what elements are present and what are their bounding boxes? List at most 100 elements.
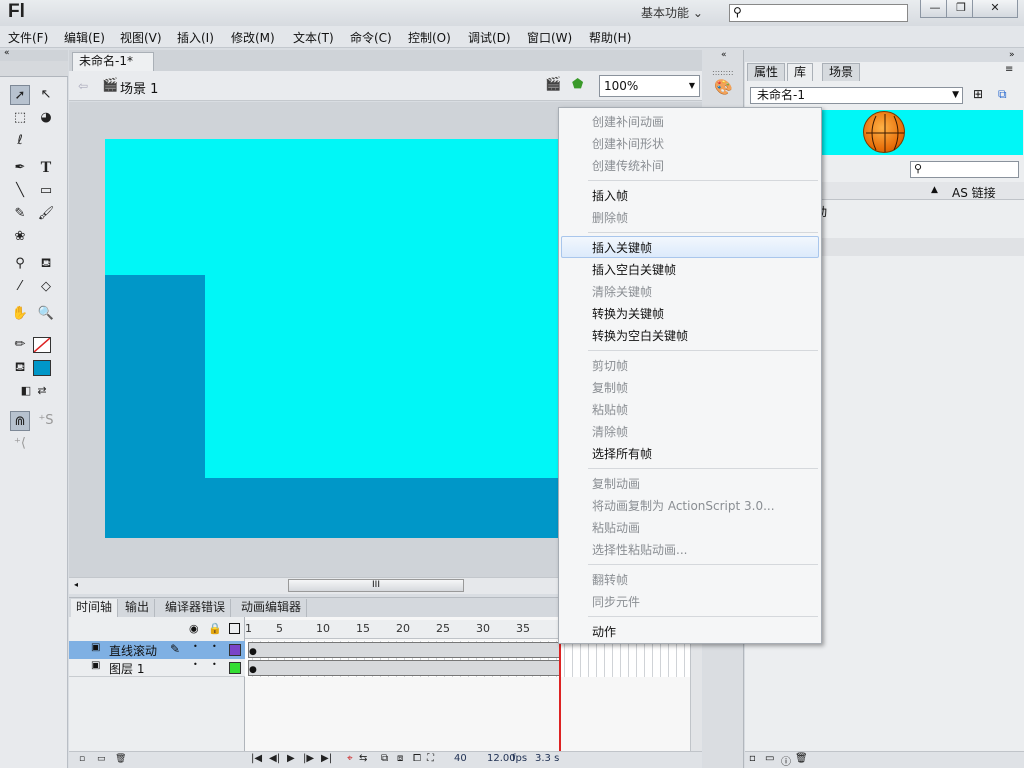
layer-row[interactable]: ▣ 图层 1 • • bbox=[69, 659, 245, 677]
tab-library[interactable]: 库 bbox=[787, 63, 814, 81]
menu-item-paste-motion-special[interactable]: 选择性粘贴动画... bbox=[592, 541, 687, 558]
eraser-tool-icon[interactable]: ◇ bbox=[36, 277, 56, 297]
paint-bucket-tool-icon[interactable]: ⛾ bbox=[36, 254, 56, 274]
menu-item-create-motion-tween[interactable]: 创建补间动画 bbox=[592, 113, 664, 130]
zoom-tool-icon[interactable]: 🔍 bbox=[36, 304, 56, 324]
fill-color-swatch[interactable] bbox=[33, 360, 51, 376]
menu-debug[interactable]: 调试(D) bbox=[468, 29, 511, 46]
document-tab[interactable]: 未命名-1* × bbox=[72, 52, 154, 85]
layer-name[interactable]: 图层 1 bbox=[109, 660, 144, 677]
expand-icon[interactable]: « bbox=[721, 50, 727, 60]
menu-item-create-classic-tween[interactable]: 创建传统补间 bbox=[592, 157, 664, 174]
prev-frame-icon[interactable]: ◀| bbox=[269, 753, 280, 764]
onion-outline-icon[interactable]: ⧈ bbox=[397, 753, 403, 764]
hand-tool-icon[interactable]: ✋ bbox=[10, 304, 30, 324]
panel-grip-icon[interactable]: :::::::: bbox=[712, 68, 734, 77]
new-layer-icon[interactable]: ▫ bbox=[79, 754, 85, 764]
lasso-tool-icon[interactable]: ℓ bbox=[10, 131, 30, 151]
eye-icon[interactable]: ◉ bbox=[189, 622, 199, 635]
layer-color-swatch[interactable] bbox=[229, 662, 241, 674]
smooth-icon[interactable]: ⁺S bbox=[36, 411, 56, 431]
menu-insert[interactable]: 插入(I) bbox=[177, 29, 214, 46]
pen-tool-icon[interactable]: ✒ bbox=[10, 158, 30, 178]
delete-layer-icon[interactable]: 🗑 bbox=[115, 754, 126, 764]
menu-item-clear-frames[interactable]: 清除帧 bbox=[592, 423, 628, 440]
visibility-dot[interactable]: • bbox=[193, 660, 198, 669]
fill-color-icon[interactable]: ⛾ bbox=[10, 358, 30, 378]
text-tool-icon[interactable]: T bbox=[36, 158, 56, 178]
stroke-color-swatch[interactable] bbox=[33, 337, 51, 353]
menu-item-copy-motion-as-as3[interactable]: 将动画复制为 ActionScript 3.0... bbox=[592, 497, 775, 514]
menu-item-insert-keyframe[interactable]: 插入关键帧 bbox=[592, 239, 652, 256]
line-tool-icon[interactable]: ╲ bbox=[10, 181, 30, 201]
free-transform-tool-icon[interactable]: ⬚ bbox=[10, 108, 30, 128]
edit-scene-icon[interactable]: 🎬 bbox=[545, 77, 561, 92]
menu-help[interactable]: 帮助(H) bbox=[589, 29, 631, 46]
first-frame-icon[interactable]: |◀ bbox=[251, 753, 262, 764]
sort-up-icon[interactable]: ▲ bbox=[931, 185, 938, 195]
delete-icon[interactable]: 🗑 bbox=[795, 753, 808, 764]
tab-motion-editor[interactable]: 动画编辑器 bbox=[236, 599, 308, 617]
menu-item-copy-motion[interactable]: 复制动画 bbox=[592, 475, 640, 492]
center-frame-icon[interactable]: ⌖ bbox=[347, 753, 353, 764]
library-search-input[interactable]: ⚲ bbox=[910, 161, 1019, 178]
menu-file[interactable]: 文件(F) bbox=[8, 29, 48, 46]
tools-panel-header[interactable]: « bbox=[0, 48, 68, 61]
menu-text[interactable]: 文本(T) bbox=[293, 29, 334, 46]
collapse-icon[interactable]: » bbox=[1009, 50, 1015, 60]
tab-timeline[interactable]: 时间轴 bbox=[71, 599, 119, 617]
workspace-switcher[interactable]: 基本功能 ⌄ bbox=[641, 4, 703, 21]
menu-item-clear-keyframe[interactable]: 清除关键帧 bbox=[592, 283, 652, 300]
keyframe-dot[interactable]: ● bbox=[249, 647, 257, 657]
menu-item-copy-frames[interactable]: 复制帧 bbox=[592, 379, 628, 396]
scroll-thumb[interactable]: III bbox=[288, 579, 464, 592]
keyframe-dot[interactable]: ● bbox=[249, 665, 257, 675]
menu-item-paste-motion[interactable]: 粘贴动画 bbox=[592, 519, 640, 536]
last-frame-icon[interactable]: ▶| bbox=[321, 753, 332, 764]
frame-span[interactable]: ● bbox=[248, 660, 560, 676]
rectangle-tool-icon[interactable]: ▭ bbox=[36, 181, 56, 201]
menu-item-convert-to-keyframes[interactable]: 转换为关键帧 bbox=[592, 305, 664, 322]
menu-item-cut-frames[interactable]: 剪切帧 bbox=[592, 357, 628, 374]
menu-item-select-all-frames[interactable]: 选择所有帧 bbox=[592, 445, 652, 462]
stage-blue-bottom-shape[interactable] bbox=[205, 478, 560, 538]
close-button[interactable]: ✕ bbox=[972, 0, 1018, 18]
layer-name[interactable]: 直线滚动 bbox=[109, 642, 157, 659]
column-as-linkage[interactable]: AS 链接 bbox=[952, 184, 996, 201]
scroll-left-icon[interactable]: ◂ bbox=[74, 580, 78, 589]
new-folder-icon[interactable]: ▭ bbox=[97, 754, 106, 764]
layer-color-swatch[interactable] bbox=[229, 644, 241, 656]
menu-item-insert-blank-keyframe[interactable]: 插入空白关键帧 bbox=[592, 261, 676, 278]
stroke-color-icon[interactable]: ✏ bbox=[10, 335, 30, 355]
library-document-select[interactable]: 未命名-1 ▼ bbox=[750, 87, 963, 104]
back-arrow-icon[interactable]: ⇦ bbox=[78, 79, 88, 93]
bone-tool-icon[interactable]: ⚲ bbox=[10, 254, 30, 274]
menu-item-convert-to-blank-keyframes[interactable]: 转换为空白关键帧 bbox=[592, 327, 688, 344]
subselection-tool-icon[interactable]: ↖ bbox=[36, 85, 56, 105]
onion-markers-icon[interactable]: ⛶ bbox=[427, 753, 434, 764]
menu-commands[interactable]: 命令(C) bbox=[350, 29, 392, 46]
menu-item-insert-frame[interactable]: 插入帧 bbox=[592, 187, 628, 204]
menu-item-reverse-frames[interactable]: 翻转帧 bbox=[592, 571, 628, 588]
frame-span[interactable]: ● bbox=[248, 642, 560, 658]
menu-item-synchronize-symbols[interactable]: 同步元件 bbox=[592, 593, 640, 610]
properties-icon[interactable]: ⓘ bbox=[781, 753, 791, 768]
lock-dot[interactable]: • bbox=[212, 642, 217, 651]
brush-tool-icon[interactable]: 🖌 bbox=[36, 204, 56, 224]
tab-properties[interactable]: 属性 bbox=[747, 63, 786, 81]
pencil-tool-icon[interactable]: ✎ bbox=[10, 204, 30, 224]
lock-dot[interactable]: • bbox=[212, 660, 217, 669]
deco-tool-icon[interactable]: ❀ bbox=[10, 227, 30, 247]
stage-blue-left-shape[interactable] bbox=[105, 275, 205, 538]
help-search-input[interactable]: ⚲ bbox=[729, 4, 908, 22]
menu-control[interactable]: 控制(O) bbox=[408, 29, 451, 46]
eyedropper-tool-icon[interactable]: ⁄ bbox=[10, 277, 30, 297]
visibility-dot[interactable]: • bbox=[193, 642, 198, 651]
edit-symbols-icon[interactable]: ⬟ bbox=[572, 77, 583, 92]
loop-icon[interactable]: ⇆ bbox=[359, 753, 367, 764]
tab-compiler-errors[interactable]: 编译器错误 bbox=[160, 599, 232, 617]
color-palette-icon[interactable]: 🎨 bbox=[714, 78, 733, 96]
panel-menu-icon[interactable]: ≡ bbox=[1005, 64, 1013, 75]
menu-item-paste-frames[interactable]: 粘贴帧 bbox=[592, 401, 628, 418]
lock-icon[interactable]: 🔒 bbox=[208, 622, 222, 635]
